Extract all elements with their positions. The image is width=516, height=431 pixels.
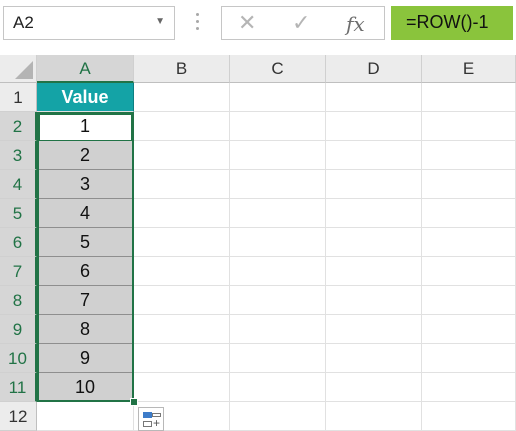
enter-icon[interactable]: ✓ bbox=[292, 10, 310, 36]
cell-d1[interactable] bbox=[326, 83, 422, 112]
cell-b2[interactable] bbox=[134, 112, 230, 141]
cell-c9[interactable] bbox=[230, 315, 326, 344]
cell-b9[interactable] bbox=[134, 315, 230, 344]
cell-a9[interactable]: 8 bbox=[37, 315, 134, 344]
cell-a3[interactable]: 2 bbox=[37, 141, 134, 170]
cell-d3[interactable] bbox=[326, 141, 422, 170]
cell-e4[interactable] bbox=[422, 170, 516, 199]
cell-c5[interactable] bbox=[230, 199, 326, 228]
cell-b8[interactable] bbox=[134, 286, 230, 315]
column-header-b[interactable]: B bbox=[134, 55, 230, 83]
cell-a11[interactable]: 10 bbox=[37, 373, 134, 402]
cell-d4[interactable] bbox=[326, 170, 422, 199]
select-all-button[interactable] bbox=[0, 55, 37, 83]
cell-e7[interactable] bbox=[422, 257, 516, 286]
row-header-1[interactable]: 1 bbox=[0, 83, 37, 112]
cell-b6[interactable] bbox=[134, 228, 230, 257]
row-header-7[interactable]: 7 bbox=[0, 257, 37, 286]
spreadsheet-grid: A B C D E 1 Value 2 1 3 2 4 3 5 4 6 5 7 6 8 7 9 8 10 9 11 10 12 + bbox=[0, 55, 516, 431]
cell-e3[interactable] bbox=[422, 141, 516, 170]
cell-a10[interactable]: 9 bbox=[37, 344, 134, 373]
quick-analysis-icon[interactable]: + bbox=[138, 407, 164, 431]
row-header-2[interactable]: 2 bbox=[0, 112, 37, 141]
cell-e5[interactable] bbox=[422, 199, 516, 228]
cell-b7[interactable] bbox=[134, 257, 230, 286]
cell-e11[interactable] bbox=[422, 373, 516, 402]
cell-d2[interactable] bbox=[326, 112, 422, 141]
name-box-value[interactable]: A2 bbox=[13, 13, 34, 33]
cell-d8[interactable] bbox=[326, 286, 422, 315]
formula-text[interactable]: =ROW()-1 bbox=[406, 12, 489, 33]
more-options-icon[interactable] bbox=[196, 13, 200, 33]
cell-e1[interactable] bbox=[422, 83, 516, 112]
column-header-e[interactable]: E bbox=[422, 55, 516, 83]
cell-b1[interactable] bbox=[134, 83, 230, 112]
formula-bar: A2 ▼ ✕ ✓ fx =ROW()-1 bbox=[0, 0, 516, 46]
column-header-a[interactable]: A bbox=[37, 55, 134, 83]
cell-c1[interactable] bbox=[230, 83, 326, 112]
row-header-4[interactable]: 4 bbox=[0, 170, 37, 199]
cell-a12[interactable] bbox=[37, 402, 134, 431]
cell-d12[interactable] bbox=[326, 402, 422, 431]
cell-c6[interactable] bbox=[230, 228, 326, 257]
cell-a5[interactable]: 4 bbox=[37, 199, 134, 228]
cell-e9[interactable] bbox=[422, 315, 516, 344]
formula-input[interactable]: =ROW()-1 bbox=[391, 6, 513, 40]
row-header-6[interactable]: 6 bbox=[0, 228, 37, 257]
cell-a1[interactable]: Value bbox=[37, 83, 134, 112]
formula-tools: ✕ ✓ fx bbox=[221, 6, 385, 40]
cell-a7[interactable]: 6 bbox=[37, 257, 134, 286]
row-header-5[interactable]: 5 bbox=[0, 199, 37, 228]
cell-b4[interactable] bbox=[134, 170, 230, 199]
cell-d6[interactable] bbox=[326, 228, 422, 257]
row-header-11[interactable]: 11 bbox=[0, 373, 37, 402]
cell-d7[interactable] bbox=[326, 257, 422, 286]
cell-b10[interactable] bbox=[134, 344, 230, 373]
row-header-12[interactable]: 12 bbox=[0, 402, 37, 431]
cell-d5[interactable] bbox=[326, 199, 422, 228]
cell-e10[interactable] bbox=[422, 344, 516, 373]
select-all-triangle-icon bbox=[15, 61, 33, 79]
cell-b3[interactable] bbox=[134, 141, 230, 170]
row-header-9[interactable]: 9 bbox=[0, 315, 37, 344]
cell-d11[interactable] bbox=[326, 373, 422, 402]
cell-d10[interactable] bbox=[326, 344, 422, 373]
cell-c2[interactable] bbox=[230, 112, 326, 141]
column-header-d[interactable]: D bbox=[326, 55, 422, 83]
row-header-3[interactable]: 3 bbox=[0, 141, 37, 170]
cell-c11[interactable] bbox=[230, 373, 326, 402]
cell-a2[interactable]: 1 bbox=[37, 112, 134, 141]
cell-e2[interactable] bbox=[422, 112, 516, 141]
chevron-down-icon[interactable]: ▼ bbox=[155, 16, 165, 27]
cell-b5[interactable] bbox=[134, 199, 230, 228]
cell-d9[interactable] bbox=[326, 315, 422, 344]
cell-e6[interactable] bbox=[422, 228, 516, 257]
cell-c10[interactable] bbox=[230, 344, 326, 373]
row-header-8[interactable]: 8 bbox=[0, 286, 37, 315]
insert-function-icon[interactable]: fx bbox=[346, 12, 365, 36]
cell-a8[interactable]: 7 bbox=[37, 286, 134, 315]
fill-handle[interactable] bbox=[130, 398, 138, 406]
cell-c7[interactable] bbox=[230, 257, 326, 286]
cell-e12[interactable] bbox=[422, 402, 516, 431]
cell-c8[interactable] bbox=[230, 286, 326, 315]
cancel-icon[interactable]: ✕ bbox=[238, 10, 256, 36]
quick-analysis-glyph-part bbox=[143, 421, 152, 427]
cell-c3[interactable] bbox=[230, 141, 326, 170]
cell-a4[interactable]: 3 bbox=[37, 170, 134, 199]
column-header-c[interactable]: C bbox=[230, 55, 326, 83]
cell-c12[interactable] bbox=[230, 402, 326, 431]
name-box[interactable]: A2 ▼ bbox=[3, 6, 175, 40]
cell-a6[interactable]: 5 bbox=[37, 228, 134, 257]
row-header-10[interactable]: 10 bbox=[0, 344, 37, 373]
cell-c4[interactable] bbox=[230, 170, 326, 199]
cell-e8[interactable] bbox=[422, 286, 516, 315]
quick-analysis-glyph-part bbox=[143, 412, 152, 418]
cell-b11[interactable] bbox=[134, 373, 230, 402]
plus-icon: + bbox=[153, 416, 161, 430]
